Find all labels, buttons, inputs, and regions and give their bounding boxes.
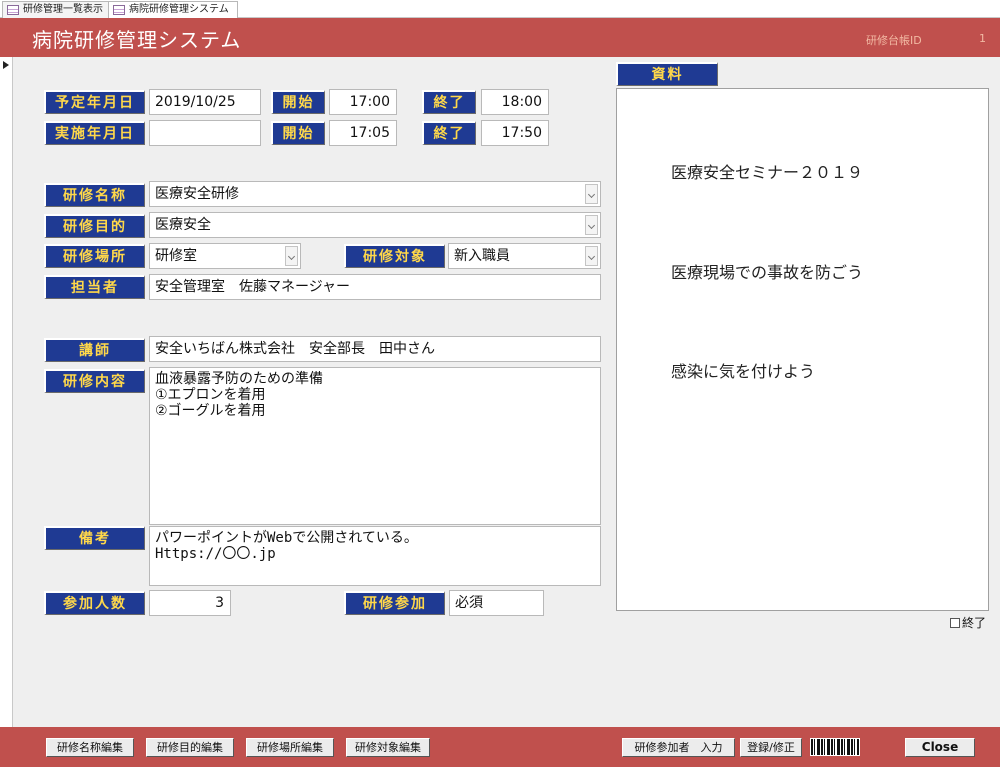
edit-training-name-button[interactable]: 研修名称編集 [46, 738, 134, 757]
training-purpose-label: 研修目的 [44, 214, 145, 238]
end-checkbox[interactable]: 終了 [950, 614, 986, 631]
chevron-down-icon[interactable] [585, 246, 598, 266]
training-target-label: 研修対象 [344, 244, 445, 268]
chevron-down-icon[interactable] [285, 246, 298, 266]
training-name-value: 医療安全研修 [155, 186, 239, 202]
participant-input-button[interactable]: 研修参加者 入力 [622, 738, 735, 757]
person-in-charge-label: 担当者 [44, 275, 145, 299]
actual-end-field[interactable]: 17:50 [481, 120, 549, 146]
material-line: 感染に気を付けよう [671, 362, 816, 381]
material-line: 医療現場での事故を防ごう [671, 263, 864, 282]
person-in-charge-field[interactable]: 安全管理室 佐藤マネージャー [149, 274, 601, 300]
participants-label: 参加人数 [44, 591, 145, 615]
record-selector[interactable] [0, 57, 13, 727]
remarks-label: 備考 [44, 526, 145, 550]
page-title: 病院研修管理システム [32, 28, 242, 52]
actual-end-label: 終了 [422, 121, 476, 145]
form-footer: 研修名称編集 研修目的編集 研修場所編集 研修対象編集 研修参加者 入力 登録/… [0, 727, 1000, 767]
actual-start-label: 開始 [271, 121, 325, 145]
training-place-combo[interactable]: 研修室 [149, 243, 301, 269]
current-record-arrow-icon [3, 61, 9, 69]
materials-document-viewer[interactable]: 医療安全セミナー２０１９ 医療現場での事故を防ごう 感染に気を付けよう [616, 88, 989, 611]
tab-label: 病院研修管理システム [129, 4, 229, 15]
training-content-label: 研修内容 [44, 369, 145, 393]
participants-field[interactable]: 3 [149, 590, 231, 616]
record-id-label: 研修台帳ID [866, 34, 922, 47]
edit-training-place-button[interactable]: 研修場所編集 [246, 738, 334, 757]
scheduled-start-label: 開始 [271, 90, 325, 114]
tab-hospital-training-system[interactable]: 病院研修管理システム [108, 1, 238, 18]
end-checkbox-label: 終了 [962, 616, 987, 630]
form-header: 病院研修管理システム 研修台帳ID 1 [0, 18, 1000, 57]
materials-label: 資料 [616, 62, 718, 86]
actual-date-field[interactable] [149, 120, 261, 146]
document-tabs: 研修管理一覧表示 病院研修管理システム [0, 0, 1000, 18]
form-icon [113, 5, 125, 15]
register-edit-button[interactable]: 登録/修正 [740, 738, 802, 757]
actual-start-field[interactable]: 17:05 [329, 120, 397, 146]
training-content-textarea[interactable]: 血液暴露予防のための準備 ①エプロンを着用 ②ゴーグルを着用 [149, 367, 601, 525]
training-place-label: 研修場所 [44, 244, 145, 268]
edit-training-purpose-button[interactable]: 研修目的編集 [146, 738, 234, 757]
training-place-value: 研修室 [155, 248, 197, 264]
close-button[interactable]: Close [905, 738, 975, 757]
barcode-icon[interactable] [810, 738, 860, 756]
material-line: 医療安全セミナー２０１９ [671, 163, 864, 182]
scheduled-date-label: 予定年月日 [44, 90, 145, 114]
scheduled-date-field[interactable]: 2019/10/25 [149, 89, 261, 115]
remarks-textarea[interactable]: パワーポイントがWebで公開されている。 Https://〇〇.jp [149, 526, 601, 586]
scheduled-start-field[interactable]: 17:00 [329, 89, 397, 115]
training-name-label: 研修名称 [44, 183, 145, 207]
record-id-value: 1 [979, 32, 986, 45]
training-target-value: 新入職員 [454, 248, 510, 264]
tab-training-list[interactable]: 研修管理一覧表示 [2, 1, 112, 18]
actual-date-label: 実施年月日 [44, 121, 145, 145]
training-target-combo[interactable]: 新入職員 [448, 243, 601, 269]
edit-training-target-button[interactable]: 研修対象編集 [346, 738, 430, 757]
chevron-down-icon[interactable] [585, 215, 598, 235]
training-purpose-value: 医療安全 [155, 217, 211, 233]
checkbox-box-icon[interactable] [950, 618, 960, 628]
training-name-combo[interactable]: 医療安全研修 [149, 181, 601, 207]
scheduled-end-label: 終了 [422, 90, 476, 114]
form-icon [7, 5, 19, 15]
lecturer-label: 講師 [44, 338, 145, 362]
scheduled-date-value: 2019/10/25 [155, 94, 236, 110]
lecturer-field[interactable]: 安全いちばん株式会社 安全部長 田中さん [149, 336, 601, 362]
training-purpose-combo[interactable]: 医療安全 [149, 212, 601, 238]
scheduled-end-field[interactable]: 18:00 [481, 89, 549, 115]
participation-label: 研修参加 [344, 591, 445, 615]
participation-field[interactable]: 必須 [449, 590, 544, 616]
app-window: 研修管理一覧表示 病院研修管理システム 病院研修管理システム 研修台帳ID 1 … [0, 0, 1000, 767]
tab-label: 研修管理一覧表示 [23, 4, 103, 15]
chevron-down-icon[interactable] [585, 184, 598, 204]
